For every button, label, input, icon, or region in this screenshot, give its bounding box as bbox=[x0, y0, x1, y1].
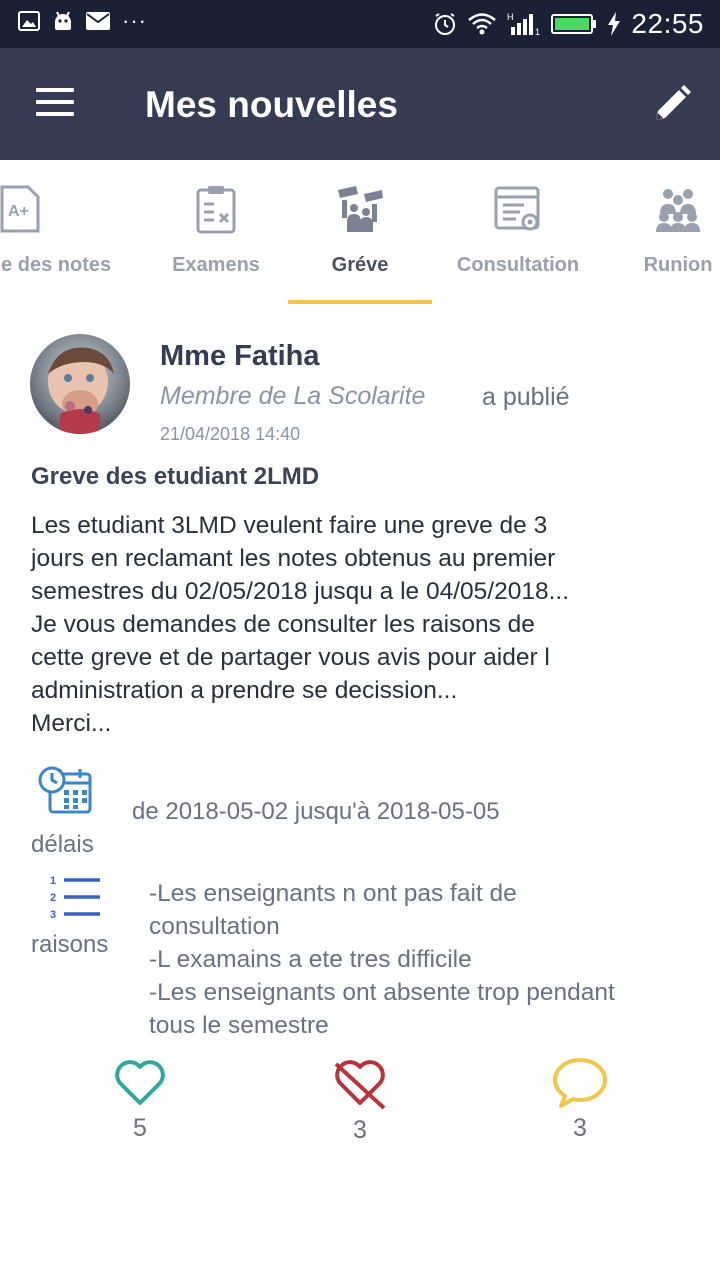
tab-label: Examens bbox=[172, 254, 260, 276]
raisons-label: raisons bbox=[31, 931, 109, 958]
status-time: 22:55 bbox=[631, 8, 704, 39]
tab-greve[interactable]: Gréve bbox=[288, 160, 432, 304]
status-overflow: ··· bbox=[122, 8, 147, 33]
dislike-button[interactable]: 3 bbox=[320, 1058, 400, 1145]
avatar[interactable] bbox=[30, 334, 130, 434]
svg-text:1: 1 bbox=[535, 27, 540, 37]
post-date: 21/04/2018 14:40 bbox=[160, 424, 301, 444]
tab-examens[interactable]: Examens bbox=[150, 160, 282, 304]
comment-icon bbox=[553, 1058, 607, 1108]
like-button[interactable]: 5 bbox=[100, 1058, 180, 1143]
charging-icon bbox=[608, 12, 621, 36]
tab-consultation[interactable]: Consultation bbox=[448, 160, 588, 304]
author-name[interactable]: Mme Fatiha bbox=[160, 340, 320, 373]
gallery-icon bbox=[18, 11, 40, 31]
tab-label: Gréve bbox=[331, 254, 389, 276]
category-tabs: A+ ge des notes Examens Gréve Consultati… bbox=[0, 160, 720, 304]
tab-runion[interactable]: Runion bbox=[626, 160, 720, 304]
strike-icon bbox=[338, 186, 383, 232]
tab-label: Runion bbox=[643, 254, 713, 276]
page-title: Mes nouvelles bbox=[145, 84, 398, 125]
comment-button[interactable]: 3 bbox=[540, 1056, 620, 1143]
app-bar: Mes nouvelles bbox=[0, 48, 720, 160]
status-bar-system: H 1 22:55 bbox=[433, 8, 704, 40]
tab-grade-sheet[interactable]: A+ ge des notes bbox=[0, 160, 120, 304]
meeting-icon bbox=[656, 189, 700, 232]
menu-icon[interactable] bbox=[36, 88, 76, 120]
published-label: a publié bbox=[482, 383, 570, 411]
heart-icon bbox=[115, 1060, 165, 1105]
status-bar: ··· H 1 22:55 bbox=[0, 0, 720, 48]
svg-text:H: H bbox=[507, 12, 514, 22]
wifi-icon bbox=[468, 13, 497, 35]
edit-icon[interactable] bbox=[652, 84, 692, 124]
svg-text:1: 1 bbox=[50, 875, 56, 887]
exam-clipboard-icon bbox=[196, 186, 236, 234]
status-bar-notifications: ··· bbox=[18, 10, 147, 32]
mail-icon bbox=[86, 12, 110, 30]
battery-icon bbox=[551, 14, 597, 34]
grade-sheet-icon: A+ bbox=[0, 185, 40, 233]
author-role: Membre de La Scolarite bbox=[160, 382, 426, 410]
android-icon bbox=[55, 11, 71, 30]
dislike-count: 3 bbox=[353, 1116, 367, 1144]
tab-label: ge des notes bbox=[0, 254, 112, 276]
numbered-list-icon: 1 2 3 bbox=[50, 875, 100, 921]
raisons-list: -Les enseignants n ont pas fait de consu… bbox=[149, 880, 615, 1039]
like-count: 5 bbox=[133, 1114, 147, 1142]
comment-count: 3 bbox=[573, 1114, 587, 1142]
alarm-icon bbox=[435, 13, 456, 35]
delai-label: délais bbox=[31, 831, 94, 858]
tab-label: Consultation bbox=[456, 254, 580, 276]
svg-text:2: 2 bbox=[50, 892, 56, 904]
post-body: Les etudiant 3LMD veulent faire une grev… bbox=[31, 512, 570, 737]
delai-value: de 2018-05-02 jusqu'à 2018-05-05 bbox=[132, 798, 500, 825]
broken-heart-icon bbox=[334, 1060, 386, 1110]
consultation-icon bbox=[494, 186, 540, 231]
svg-text:A+: A+ bbox=[8, 203, 29, 220]
active-tab-indicator bbox=[288, 300, 432, 304]
post-title: Greve des etudiant 2LMD bbox=[31, 463, 320, 490]
signal-icon: H 1 bbox=[507, 12, 540, 37]
svg-text:3: 3 bbox=[50, 909, 56, 921]
calendar-clock-icon bbox=[38, 766, 92, 814]
